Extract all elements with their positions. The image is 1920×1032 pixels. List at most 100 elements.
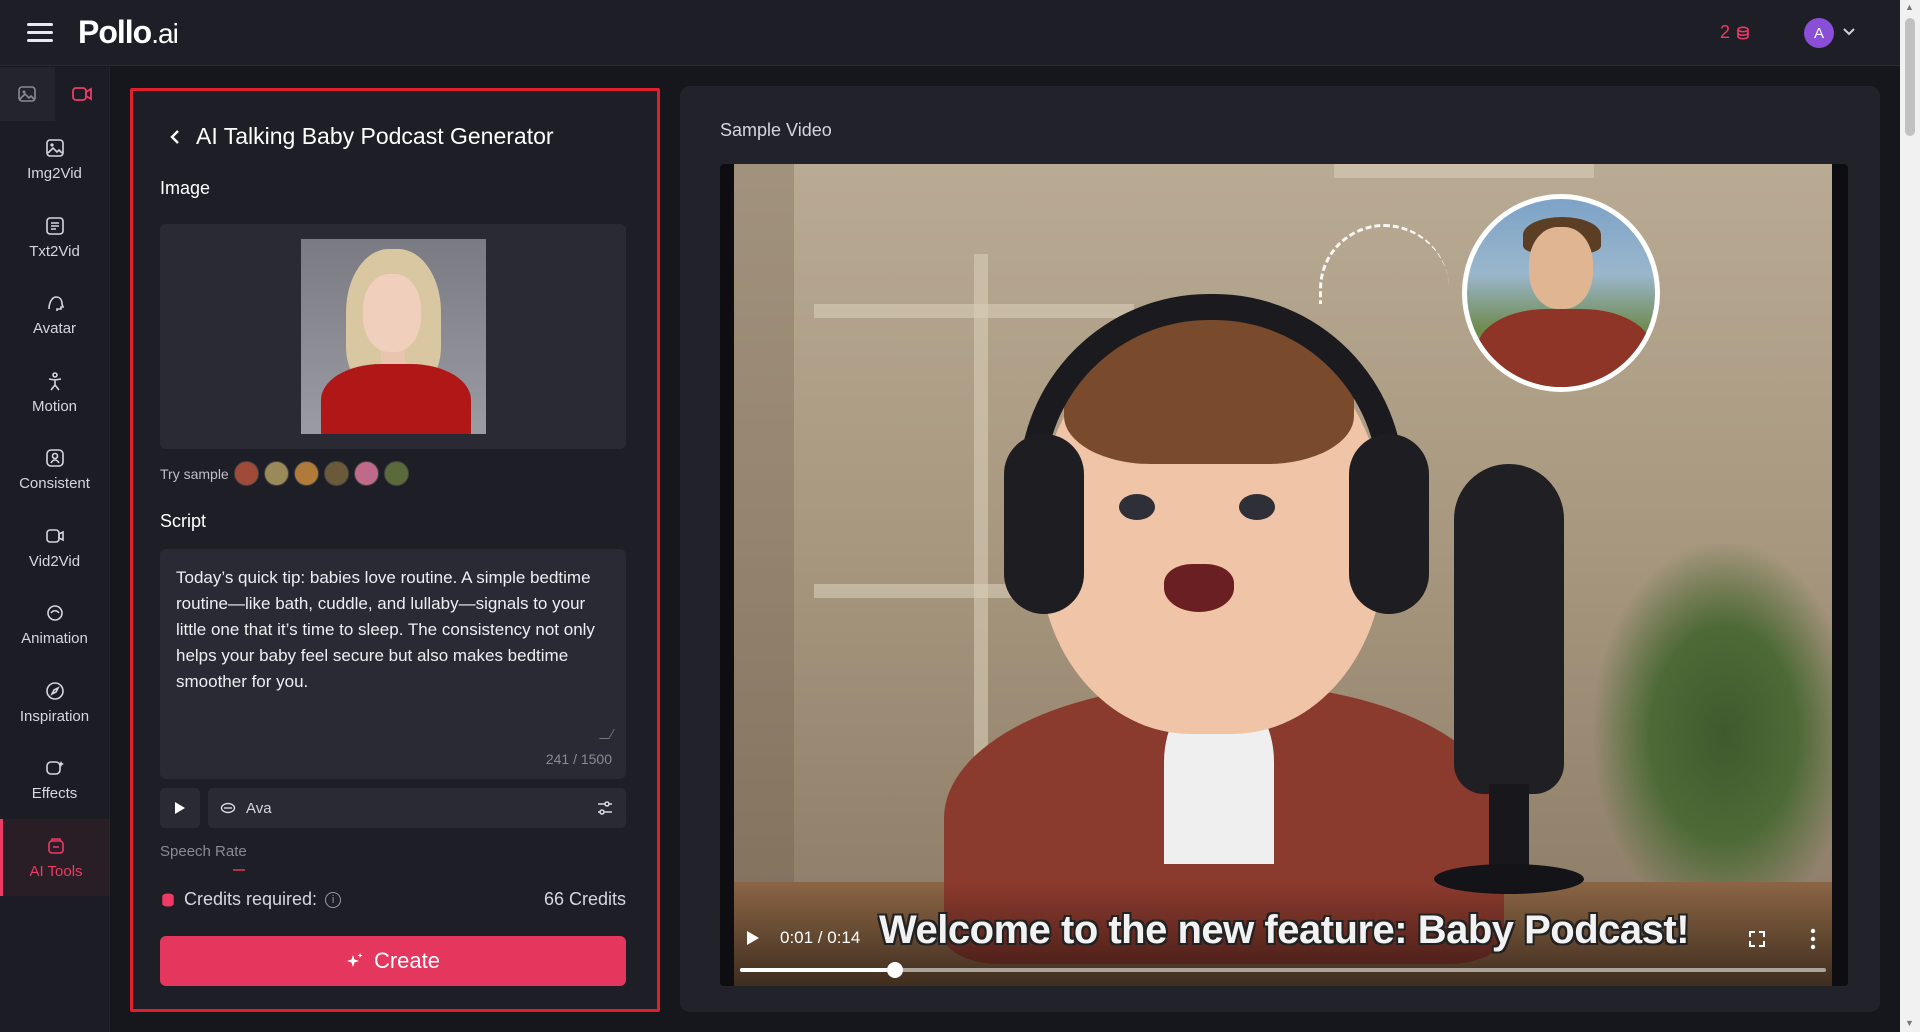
voice-row: Ava <box>160 788 626 828</box>
credits-row: Credits required: i 66 Credits <box>160 889 626 910</box>
script-text[interactable]: Today’s quick tip: babies love routine. … <box>176 565 596 695</box>
sidebar-item-label: Inspiration <box>19 707 90 725</box>
page-scrollbar[interactable]: ▲ ▼ <box>1900 0 1920 1032</box>
speech-rate-label: Speech Rate <box>160 843 247 860</box>
sidebar-item-vid2vid[interactable]: Vid2Vid <box>0 509 109 587</box>
fullscreen-icon[interactable] <box>1748 930 1766 948</box>
sidebar-item-consistent[interactable]: Consistent <box>0 431 109 509</box>
character-count: 241 / 1500 <box>545 751 612 767</box>
video-subtitle: Welcome to the new feature: Baby Podcast… <box>879 908 1690 952</box>
sidebar-item-avatar[interactable]: Avatar <box>0 276 109 354</box>
play-icon[interactable] <box>746 930 760 946</box>
chevron-down-icon[interactable] <box>1842 24 1856 40</box>
sidebar-item-inspiration[interactable]: Inspiration <box>0 664 109 742</box>
video-progress-handle[interactable] <box>887 962 904 978</box>
scroll-down-icon[interactable]: ▼ <box>1905 1018 1914 1028</box>
sample-video-panel: Sample Video 0:01 / 0:14 Welcome to the … <box>680 86 1880 1012</box>
animation-icon <box>46 605 63 622</box>
scroll-up-icon[interactable]: ▲ <box>1905 2 1914 12</box>
motion-icon <box>48 371 61 391</box>
uploaded-portrait-image <box>301 239 486 434</box>
coins-icon <box>162 892 174 907</box>
ai-tools-icon <box>48 837 64 854</box>
coins-icon <box>1737 25 1749 40</box>
back-arrow-icon[interactable] <box>168 128 182 146</box>
logo-main-text: Pollo <box>78 14 152 50</box>
script-textarea[interactable]: Today’s quick tip: babies love routine. … <box>160 549 626 779</box>
sidebar-item-label: Consistent <box>19 475 90 493</box>
compass-icon <box>45 681 64 700</box>
more-vertical-icon[interactable] <box>1810 928 1816 950</box>
pollo-logo[interactable]: Pollo.ai <box>78 14 179 51</box>
sample-thumbnail-3[interactable] <box>293 461 319 486</box>
menu-icon[interactable] <box>27 23 53 43</box>
try-sample-row: Try sample <box>160 461 409 486</box>
video-tab[interactable] <box>55 67 110 121</box>
credits-required: Credits required: i <box>160 889 342 910</box>
sidebar-item-effects[interactable]: Effects <box>0 741 109 819</box>
inset-portrait-circle <box>1462 194 1660 392</box>
settings-sliders-icon[interactable] <box>596 799 614 817</box>
sample-thumbnail-6[interactable] <box>383 461 409 486</box>
voice-preview-play-button[interactable] <box>160 788 200 828</box>
video-frame-image <box>734 164 1832 986</box>
top-bar: Pollo.ai 2 A <box>0 0 1900 66</box>
scrollbar-thumb[interactable] <box>1905 18 1915 136</box>
effects-icon <box>45 761 64 776</box>
video-camera-icon <box>71 87 92 101</box>
user-avatar[interactable]: A <box>1804 18 1834 48</box>
play-icon <box>175 802 185 814</box>
video-progress-fill <box>740 968 896 972</box>
create-button-label: Create <box>373 948 441 973</box>
credits-count: 2 <box>1720 22 1731 42</box>
generator-panel: AI Talking Baby Podcast Generator Image … <box>130 88 660 1012</box>
sidebar-item-label: Motion <box>31 397 78 415</box>
page-title: AI Talking Baby Podcast Generator <box>196 123 554 149</box>
sidebar-item-ai-tools[interactable]: AI Tools <box>0 818 109 896</box>
sample-thumbnail-4[interactable] <box>323 461 349 486</box>
sidebar-item-img2vid[interactable]: Img2Vid <box>0 121 109 199</box>
consistent-icon <box>45 449 64 468</box>
panel-header: AI Talking Baby Podcast Generator <box>168 123 554 150</box>
sidebar-item-label: Animation <box>21 630 88 648</box>
video-player[interactable]: 0:01 / 0:14 Welcome to the new feature: … <box>720 164 1848 986</box>
avatar-icon <box>47 296 64 312</box>
sidebar-item-label: Img2Vid <box>27 165 82 183</box>
resize-handle-icon[interactable] <box>599 729 615 739</box>
voice-name: Ava <box>246 799 272 817</box>
sparkle-icon <box>346 953 363 967</box>
video-controls: 0:01 / 0:14 Welcome to the new feature: … <box>734 884 1832 986</box>
speech-rate-slider[interactable] <box>233 869 245 871</box>
left-sidebar: Img2Vid Txt2Vid Avatar Motion Consistent… <box>0 67 110 1032</box>
image-to-video-icon <box>45 139 64 158</box>
sidebar-item-label: Txt2Vid <box>29 242 80 260</box>
video-to-video-icon <box>45 528 64 543</box>
script-section-label: Script <box>160 511 207 531</box>
sidebar-item-animation[interactable]: Animation <box>0 586 109 664</box>
sample-thumbnail-1[interactable] <box>233 461 259 486</box>
logo-domain-text: .ai <box>151 18 179 49</box>
image-tab[interactable] <box>0 67 55 121</box>
sidebar-item-label: Effects <box>31 785 78 803</box>
sidebar-item-label: Vid2Vid <box>28 552 81 570</box>
sidebar-tabs <box>0 67 109 121</box>
sidebar-item-label: Avatar <box>32 320 77 338</box>
sample-thumbnail-5[interactable] <box>353 461 379 486</box>
credits-badge[interactable]: 2 <box>1720 22 1750 43</box>
try-sample-label: Try sample <box>160 465 229 482</box>
sidebar-item-txt2vid[interactable]: Txt2Vid <box>0 199 109 277</box>
video-progress-bar[interactable] <box>740 962 1826 978</box>
image-icon <box>18 86 37 102</box>
voice-select[interactable]: Ava <box>208 788 626 828</box>
voice-wave-icon <box>220 802 236 814</box>
video-time: 0:01 / 0:14 <box>780 928 861 947</box>
credits-value: 66 Credits <box>543 889 626 909</box>
sample-thumbnail-2[interactable] <box>263 461 289 486</box>
info-icon[interactable]: i <box>325 891 342 908</box>
text-to-video-icon <box>45 216 64 235</box>
sidebar-item-motion[interactable]: Motion <box>0 354 109 432</box>
create-button[interactable]: Create <box>160 936 626 986</box>
image-section-label: Image <box>160 178 211 198</box>
image-upload-area[interactable] <box>160 224 626 449</box>
sample-video-label: Sample Video <box>720 120 832 140</box>
